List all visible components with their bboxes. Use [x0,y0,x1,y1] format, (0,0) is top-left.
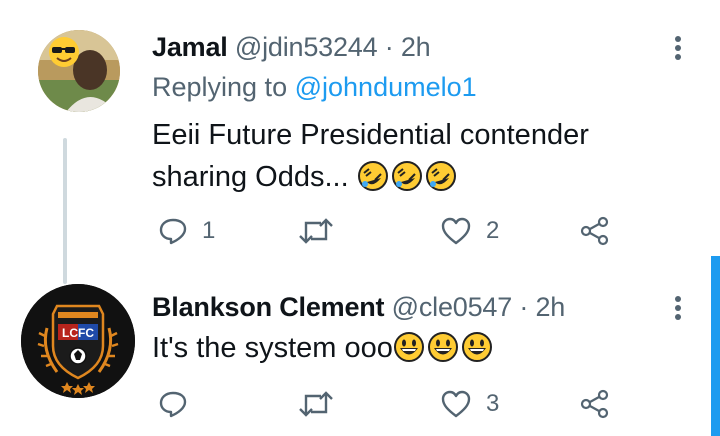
grinning-face-emoji-icon [393,332,424,362]
like-button[interactable]: 2 [440,216,499,246]
handle[interactable]: @jdin53244 [235,32,378,62]
avatar-photo [38,30,120,112]
tweet-text-line: Eeii Future Presidential contender [152,119,589,151]
display-name[interactable]: Blankson Clement [152,292,385,322]
replying-prefix: Replying to [152,72,288,102]
heart-icon [441,217,471,245]
reply-count: 1 [202,217,216,244]
tweet-text: It's the system ooo [152,327,495,369]
thread-connector-line [63,138,67,284]
share-button[interactable] [580,389,610,419]
like-count: 3 [486,390,500,417]
rolling-on-floor-laughing-emoji-icon [391,161,422,191]
tweet-header: Blankson Clement @cle0547 · 2h [152,292,565,323]
retweet-button[interactable] [298,216,348,246]
retweet-icon [299,391,333,417]
tweet-text-content: It's the system ooo [152,332,393,364]
share-icon [580,216,609,246]
display-name[interactable]: Jamal [152,32,228,62]
tweet-text-line-2: sharing Odds... [152,156,589,198]
reply-button[interactable]: 1 [158,216,215,246]
separator: · [519,292,529,322]
avatar[interactable]: LCFC [21,284,135,398]
timestamp[interactable]: 2h [535,292,565,322]
grinning-face-emoji-icon [427,332,458,362]
reply-button[interactable] [158,389,202,419]
club-crest-logo: LCFC [21,284,135,398]
scrollbar[interactable] [711,256,720,436]
crest-text: LCFC [62,326,94,340]
heart-icon [441,390,471,418]
share-button[interactable] [580,216,610,246]
avatar[interactable] [38,30,120,112]
separator: · [384,32,394,62]
tweet-text: Eeii Future Presidential contender shari… [152,114,589,198]
rolling-on-floor-laughing-emoji-icon [425,161,456,191]
handle[interactable]: @cle0547 [392,292,513,322]
share-icon [580,389,609,419]
tweet-text-content: sharing Odds... [152,161,349,193]
timestamp[interactable]: 2h [401,32,431,62]
more-options-icon[interactable] [668,293,688,323]
like-button[interactable]: 3 [440,389,499,419]
like-count: 2 [486,217,500,244]
replying-to-mention[interactable]: @johndumelo1 [295,72,477,102]
replying-to: Replying to @johndumelo1 [152,72,477,103]
reply-icon [159,391,187,418]
rolling-on-floor-laughing-emoji-icon [357,161,388,191]
retweet-icon [299,218,333,244]
retweet-button[interactable] [298,389,348,419]
tweet-header: Jamal @jdin53244 · 2h [152,32,431,63]
reply-icon [159,218,187,245]
more-options-icon[interactable] [668,33,688,63]
grinning-face-emoji-icon [461,332,492,362]
